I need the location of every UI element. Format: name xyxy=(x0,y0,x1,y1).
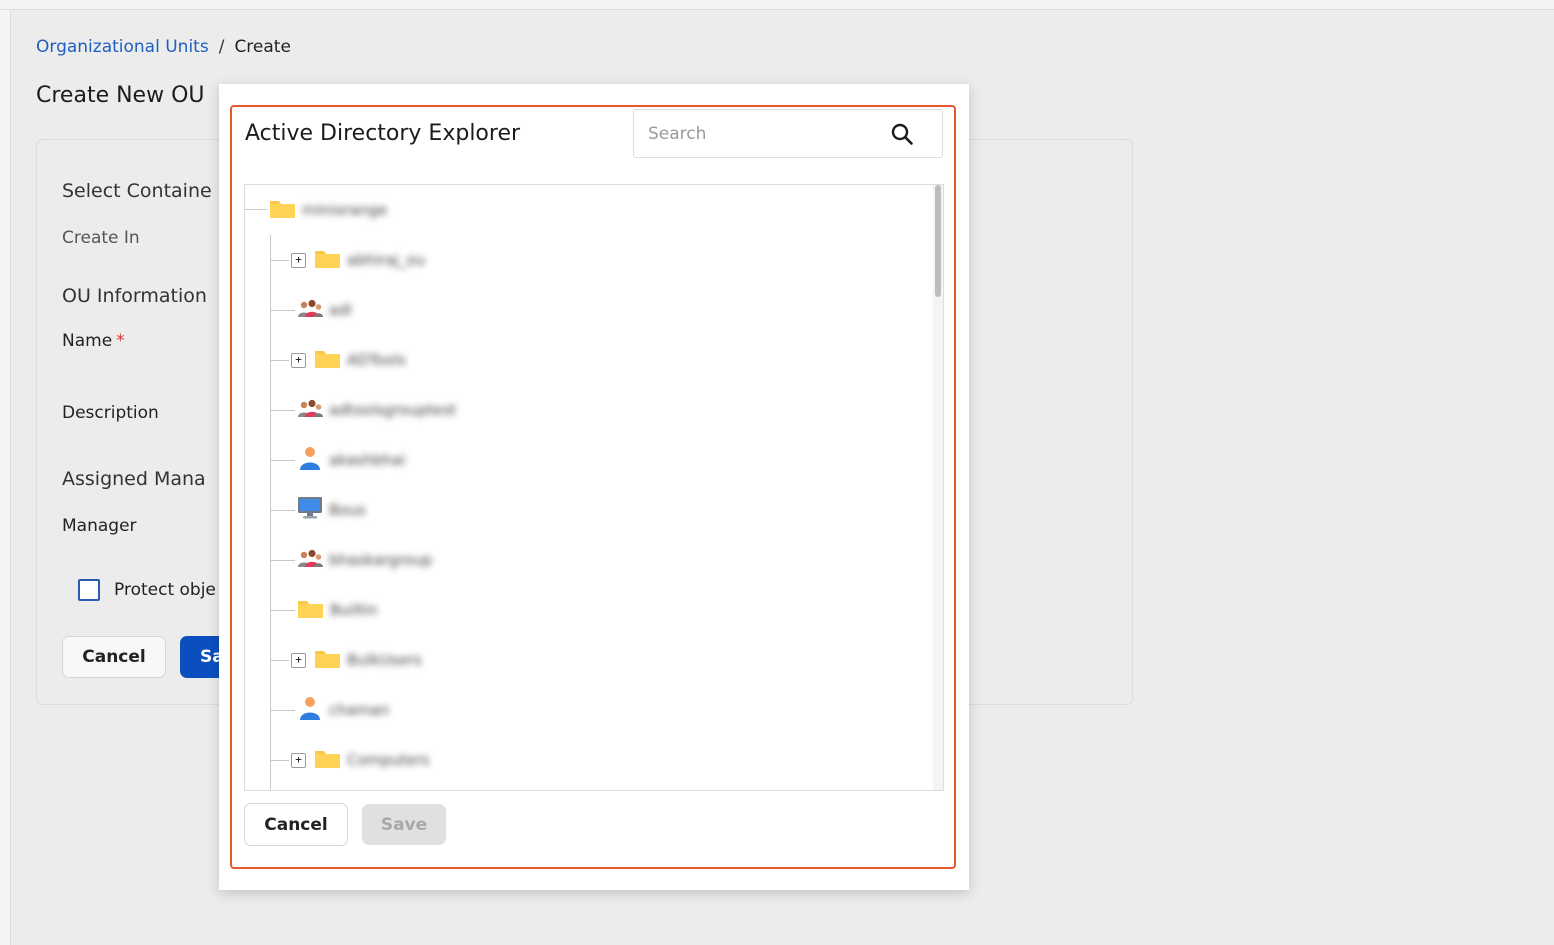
tree-connector xyxy=(271,559,295,561)
required-mark: * xyxy=(116,331,125,351)
tree-node-label: bhaskargroup xyxy=(329,551,433,569)
dialog-save-button[interactable]: Save xyxy=(362,804,446,845)
tree-node-label: akashbhai xyxy=(329,451,406,469)
search-icon[interactable] xyxy=(890,122,914,146)
tree-connector xyxy=(271,459,295,461)
dialog-cancel-button[interactable]: Cancel xyxy=(244,803,348,846)
tree-node[interactable]: bhaskargroup xyxy=(271,545,432,575)
breadcrumb-current: Create xyxy=(234,37,291,57)
expand-toggle-icon[interactable]: + xyxy=(291,752,306,768)
tree-node[interactable]: adl xyxy=(271,295,352,325)
tree-node-label: miniorange xyxy=(302,201,388,219)
assigned-manager-heading: Assigned Mana xyxy=(62,468,206,490)
breadcrumb-link-organizational-units[interactable]: Organizational Units xyxy=(36,37,209,57)
group-icon xyxy=(297,548,323,572)
user-icon xyxy=(297,445,323,475)
protect-object-label: Protect obje xyxy=(114,580,216,600)
protect-object-checkbox[interactable] xyxy=(78,579,100,601)
tree-connector xyxy=(271,359,289,361)
folder-icon xyxy=(314,748,341,773)
create-in-label: Create In xyxy=(62,228,140,248)
tree-connector xyxy=(271,259,289,261)
tree-scrollbar[interactable] xyxy=(933,185,943,790)
expand-toggle-icon[interactable]: + xyxy=(291,252,306,268)
manager-label: Manager xyxy=(62,516,137,536)
dialog-title: Active Directory Explorer xyxy=(245,121,521,146)
tree-connector xyxy=(271,509,295,511)
breadcrumb: Organizational Units / Create xyxy=(36,37,291,57)
description-label: Description xyxy=(62,403,159,423)
tree-node-label: ADTools xyxy=(347,351,406,369)
group-icon xyxy=(297,298,323,322)
search-input[interactable] xyxy=(634,110,888,157)
tree-node-label: adl xyxy=(329,301,352,319)
tree-connector xyxy=(271,609,295,611)
tree-node[interactable]: + abhiraj_ou xyxy=(271,245,425,275)
folder-icon xyxy=(314,248,341,273)
tree-node[interactable]: adtoolsgrouptest xyxy=(271,395,456,425)
folder-icon xyxy=(314,648,341,673)
active-directory-explorer-dialog: Active Directory Explorer miniorange + abh… xyxy=(219,84,969,890)
tree-node[interactable]: Bous xyxy=(271,495,366,525)
page-title: Create New OU xyxy=(36,83,205,108)
tree-node[interactable]: Builtin xyxy=(271,595,378,625)
name-label: Name * xyxy=(62,331,125,351)
tree-scrollbar-thumb[interactable] xyxy=(935,185,941,297)
name-label-text: Name xyxy=(62,331,113,351)
select-container-heading: Select Containe xyxy=(62,180,212,202)
computer-icon xyxy=(297,496,323,524)
folder-icon xyxy=(269,198,296,223)
left-border xyxy=(0,10,11,945)
tree-node-label: Bous xyxy=(329,501,366,519)
expand-toggle-icon[interactable]: + xyxy=(291,652,306,668)
expand-toggle-icon[interactable]: + xyxy=(291,352,306,368)
folder-icon xyxy=(297,598,324,623)
ou-information-heading: OU Information xyxy=(62,285,207,307)
group-icon xyxy=(297,398,323,422)
tree-node[interactable]: + BulkUsers xyxy=(271,645,422,675)
tree-connector xyxy=(271,409,295,411)
tree-node[interactable]: + ADTools xyxy=(271,345,406,375)
top-border xyxy=(0,0,1554,10)
tree-node-root[interactable]: miniorange xyxy=(269,195,387,225)
tree-connector xyxy=(271,709,295,711)
tree-connector xyxy=(271,309,295,311)
form-cancel-button[interactable]: Cancel xyxy=(62,636,166,678)
tree-connector xyxy=(271,759,289,761)
tree-node-label: abhiraj_ou xyxy=(347,251,426,269)
tree-connector xyxy=(245,209,267,210)
folder-icon xyxy=(314,348,341,373)
tree-connector xyxy=(271,659,289,661)
tree-node-label: adtoolsgrouptest xyxy=(329,401,457,419)
tree-node[interactable]: + Computers xyxy=(271,745,429,775)
tree-node-label: chaman xyxy=(329,701,390,719)
search-box xyxy=(633,109,943,158)
tree-node-label: Computers xyxy=(347,751,430,769)
tree-node-label: Builtin xyxy=(330,601,378,619)
directory-tree: miniorange + abhiraj_ouadl + ADTools adtoolsg… xyxy=(244,184,944,791)
tree-node-label: BulkUsers xyxy=(347,651,422,669)
user-icon xyxy=(297,695,323,725)
tree-node[interactable]: chaman xyxy=(271,695,389,725)
breadcrumb-separator: / xyxy=(218,37,225,57)
tree-node[interactable]: akashbhai xyxy=(271,445,406,475)
